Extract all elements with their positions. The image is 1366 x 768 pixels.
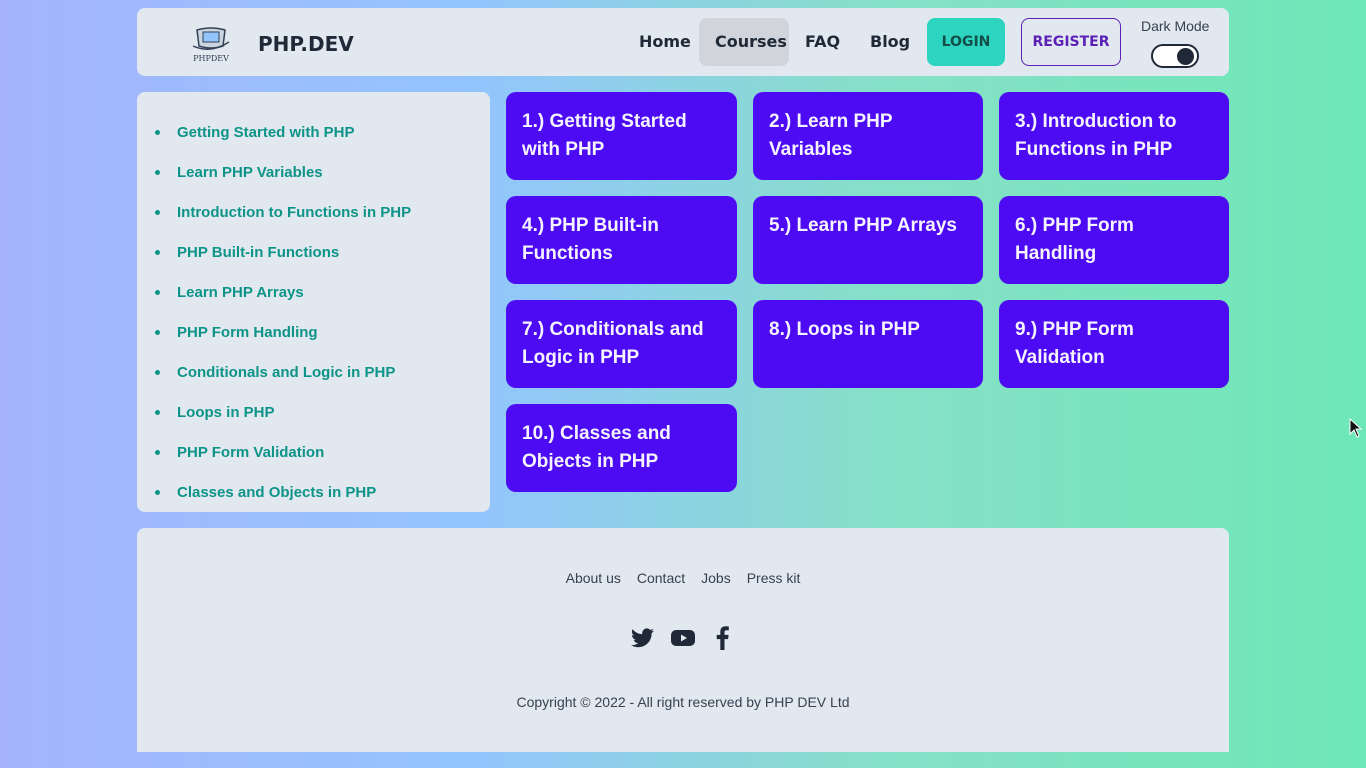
bullet-icon: [155, 209, 160, 215]
sidebar-item-label: Classes and Objects in PHP: [177, 483, 377, 501]
navbar: PHPDEV PHP.DEV Home Courses FAQ Blog LOG…: [137, 8, 1229, 76]
bullet-icon: [155, 369, 160, 375]
nav-link-courses[interactable]: Courses: [699, 18, 789, 66]
sidebar-item[interactable]: Getting Started with PHP: [155, 112, 490, 152]
sidebar-item-label: PHP Built-in Functions: [177, 243, 340, 261]
bullet-icon: [155, 329, 160, 335]
course-card[interactable]: 6.) PHP Form Handling: [999, 196, 1229, 284]
course-sidebar: Getting Started with PHP Learn PHP Varia…: [137, 92, 490, 512]
course-card[interactable]: 5.) Learn PHP Arrays: [753, 196, 983, 284]
course-card[interactable]: 2.) Learn PHP Variables: [753, 92, 983, 180]
bullet-icon: [155, 449, 160, 455]
bullet-icon: [155, 169, 160, 175]
course-card[interactable]: 7.) Conditionals and Logic in PHP: [506, 300, 737, 388]
course-card[interactable]: 1.) Getting Started with PHP: [506, 92, 737, 180]
nav-link-home[interactable]: Home: [623, 18, 707, 66]
sidebar-item-label: Learn PHP Arrays: [177, 283, 304, 301]
php-dev-logo[interactable]: PHPDEV: [189, 24, 233, 64]
sidebar-item-label: Conditionals and Logic in PHP: [177, 363, 396, 381]
sidebar-item[interactable]: Conditionals and Logic in PHP: [155, 352, 490, 392]
bullet-icon: [155, 409, 160, 415]
facebook-icon[interactable]: [711, 626, 735, 650]
bullet-icon: [155, 129, 160, 135]
sidebar-item-label: Learn PHP Variables: [177, 163, 323, 181]
brand-name[interactable]: PHP.DEV: [258, 32, 354, 56]
mouse-cursor-icon: [1349, 417, 1363, 438]
footer: About us Contact Jobs Press kit Copyrigh…: [137, 528, 1229, 752]
nav-link-blog[interactable]: Blog: [854, 18, 926, 66]
course-card-grid: 1.) Getting Started with PHP 2.) Learn P…: [506, 92, 1229, 492]
sidebar-item[interactable]: Classes and Objects in PHP: [155, 472, 490, 512]
toggle-knob: [1177, 48, 1194, 65]
sidebar-item-label: PHP Form Handling: [177, 323, 318, 341]
dark-mode-label: Dark Mode: [1141, 18, 1210, 34]
course-card[interactable]: 8.) Loops in PHP: [753, 300, 983, 388]
sidebar-item[interactable]: Learn PHP Arrays: [155, 272, 490, 312]
sidebar-item[interactable]: Learn PHP Variables: [155, 152, 490, 192]
social-links: [137, 626, 1229, 650]
sidebar-item-label: Introduction to Functions in PHP: [177, 203, 412, 221]
sidebar-item[interactable]: Loops in PHP: [155, 392, 490, 432]
copyright-text: Copyright © 2022 - All right reserved by…: [516, 694, 850, 710]
sidebar-item-label: Getting Started with PHP: [177, 123, 355, 141]
footer-link-about[interactable]: About us: [566, 570, 621, 586]
bullet-icon: [155, 489, 160, 495]
footer-link-press-kit[interactable]: Press kit: [747, 570, 801, 586]
svg-text:PHPDEV: PHPDEV: [193, 54, 229, 63]
sidebar-item[interactable]: PHP Built-in Functions: [155, 232, 490, 272]
sidebar-item-label: PHP Form Validation: [177, 443, 325, 461]
course-card[interactable]: 10.) Classes and Objects in PHP: [506, 404, 737, 492]
footer-links: About us Contact Jobs Press kit: [137, 570, 1229, 586]
sidebar-item[interactable]: PHP Form Handling: [155, 312, 490, 352]
sidebar-item-label: Loops in PHP: [177, 403, 275, 421]
twitter-icon[interactable]: [631, 626, 655, 650]
dark-mode-toggle[interactable]: [1151, 44, 1199, 68]
youtube-icon[interactable]: [671, 626, 695, 650]
bullet-icon: [155, 249, 160, 255]
course-card[interactable]: 3.) Introduction to Functions in PHP: [999, 92, 1229, 180]
bullet-icon: [155, 289, 160, 295]
course-card[interactable]: 4.) PHP Built-in Functions: [506, 196, 737, 284]
sidebar-item[interactable]: PHP Form Validation: [155, 432, 490, 472]
footer-link-contact[interactable]: Contact: [637, 570, 685, 586]
footer-link-jobs[interactable]: Jobs: [701, 570, 731, 586]
nav-link-faq[interactable]: FAQ: [789, 18, 856, 66]
login-button[interactable]: LOGIN: [927, 18, 1005, 66]
register-button[interactable]: REGISTER: [1021, 18, 1121, 66]
sidebar-item[interactable]: Introduction to Functions in PHP: [155, 192, 490, 232]
course-card[interactable]: 9.) PHP Form Validation: [999, 300, 1229, 388]
